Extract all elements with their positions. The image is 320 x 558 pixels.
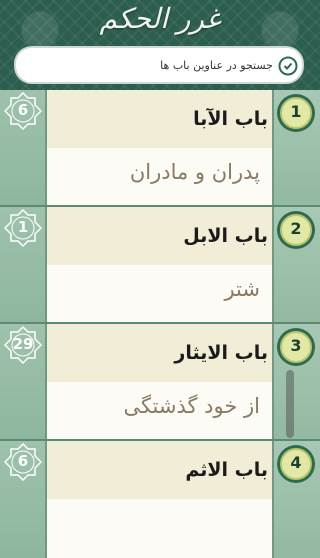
list-item[interactable]: 6 باب الاثم 4 xyxy=(0,441,320,558)
count-badge: 6 xyxy=(3,91,43,131)
chapter-list: 6 باب الآبا پدران و مادران 1 1 باب الابل… xyxy=(0,90,320,558)
item-title: باب الایثار xyxy=(174,342,268,364)
item-title: باب الابل xyxy=(183,225,268,247)
list-item[interactable]: 29 باب الایثار از خود گذشتگی 3 xyxy=(0,324,320,441)
item-subtitle: پدران و مادران xyxy=(129,160,260,184)
item-title: باب الآبا xyxy=(193,108,268,130)
number-medallion: 1 xyxy=(276,93,316,133)
item-title: باب الاثم xyxy=(185,459,268,481)
item-subtitle: شتر xyxy=(224,277,260,301)
scrollbar[interactable] xyxy=(286,370,294,438)
item-subtitle: از خود گذشتگی xyxy=(123,394,260,418)
search-bar[interactable] xyxy=(14,46,304,84)
list-item[interactable]: 6 باب الآبا پدران و مادران 1 xyxy=(0,90,320,207)
header: غرر الحکم xyxy=(0,0,320,90)
number-medallion: 2 xyxy=(276,210,316,250)
number-medallion: 3 xyxy=(276,327,316,367)
app-logo: غرر الحکم xyxy=(99,2,221,35)
search-icon[interactable] xyxy=(278,56,298,76)
count-badge: 29 xyxy=(3,325,43,365)
search-input[interactable] xyxy=(28,48,273,82)
list-item[interactable]: 1 باب الابل شتر 2 xyxy=(0,207,320,324)
number-medallion: 4 xyxy=(276,444,316,484)
count-badge: 6 xyxy=(3,442,43,482)
count-badge: 1 xyxy=(3,208,43,248)
